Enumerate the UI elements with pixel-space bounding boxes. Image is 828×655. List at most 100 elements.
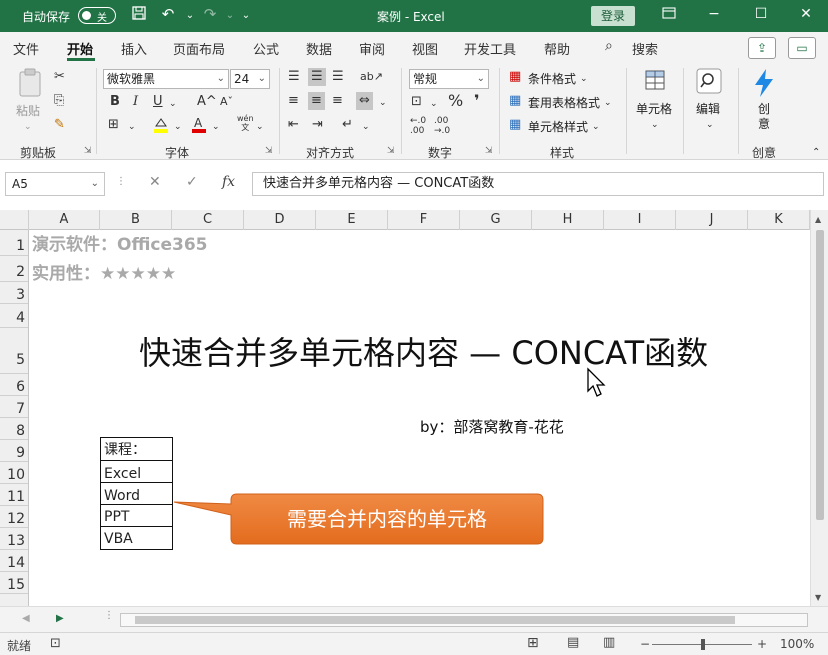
column-header[interactable]: I: [604, 210, 676, 230]
grow-font-button[interactable]: A^: [197, 93, 217, 111]
column-header[interactable]: A: [29, 210, 100, 230]
prev-sheet-icon[interactable]: ◀: [22, 613, 30, 624]
autosave-toggle[interactable]: 关: [78, 7, 116, 24]
wrap-dropdown-icon[interactable]: ⌄: [362, 118, 370, 136]
cells-button[interactable]: 单元格: [636, 100, 672, 117]
accounting-format-icon[interactable]: ⊡: [411, 93, 422, 111]
row-header[interactable]: 12: [0, 506, 28, 528]
minimize-icon[interactable]: −: [704, 6, 724, 22]
row-header[interactable]: 2: [0, 256, 28, 282]
lightning-icon[interactable]: [750, 68, 778, 104]
phonetic-dropdown-icon[interactable]: ⌄: [256, 118, 264, 136]
cells-icon[interactable]: [641, 68, 669, 98]
horizontal-scrollbar[interactable]: [120, 613, 808, 627]
format-painter-icon[interactable]: ✎: [54, 116, 65, 134]
font-name-select[interactable]: 微软雅黑 ⌄: [103, 69, 229, 89]
format-table-icon[interactable]: ▦: [509, 92, 521, 110]
share-icon[interactable]: ⇪: [748, 37, 776, 59]
more-options-icon[interactable]: ⋮: [116, 176, 126, 187]
italic-button[interactable]: I: [133, 93, 138, 111]
column-header[interactable]: G: [460, 210, 532, 230]
row-header[interactable]: 11: [0, 484, 28, 506]
page-layout-view-icon[interactable]: ▤: [567, 635, 579, 650]
page-break-view-icon[interactable]: ▥: [603, 635, 615, 650]
scroll-thumb[interactable]: [816, 230, 824, 520]
paste-icon[interactable]: [15, 68, 45, 104]
tab-page-layout[interactable]: 页面布局: [173, 39, 225, 58]
scroll-up-icon[interactable]: ▲: [815, 215, 821, 224]
tab-home[interactable]: 开始: [67, 39, 93, 58]
enter-icon[interactable]: ✓: [186, 174, 198, 190]
cut-icon[interactable]: ✂: [54, 68, 65, 86]
merge-center-icon[interactable]: ⇔: [356, 92, 373, 110]
customize-toolbar-icon[interactable]: ⌄: [236, 10, 256, 21]
maximize-icon[interactable]: ☐: [751, 6, 771, 22]
wrap-text-icon[interactable]: ↵: [342, 116, 353, 134]
select-all-corner[interactable]: [0, 210, 29, 230]
ribbon-display-icon[interactable]: [659, 6, 679, 24]
row-header[interactable]: 13: [0, 528, 28, 550]
align-top-icon[interactable]: ☰: [288, 68, 300, 86]
tab-file[interactable]: 文件: [13, 39, 39, 58]
search-icon[interactable]: ⌕: [605, 38, 613, 54]
row-header[interactable]: 6: [0, 374, 28, 396]
tab-formulas[interactable]: 公式: [253, 39, 279, 58]
underline-dropdown-icon[interactable]: ⌄: [169, 95, 177, 113]
column-header[interactable]: B: [100, 210, 172, 230]
redo-icon[interactable]: ↷: [200, 5, 220, 23]
increase-indent-icon[interactable]: ⇥: [312, 116, 323, 134]
align-center-icon[interactable]: ≡: [308, 92, 325, 110]
row-header[interactable]: 15: [0, 572, 28, 594]
cell-styles-icon[interactable]: ▦: [509, 116, 521, 134]
close-icon[interactable]: ✕: [796, 6, 816, 22]
save-icon[interactable]: [129, 5, 149, 25]
align-left-icon[interactable]: ≡: [288, 92, 299, 110]
conditional-format-button[interactable]: 条件格式: [528, 70, 576, 87]
scroll-down-icon[interactable]: ▼: [815, 593, 821, 602]
column-header[interactable]: K: [748, 210, 810, 230]
column-header[interactable]: J: [676, 210, 748, 230]
tab-split-icon[interactable]: ⋮: [104, 610, 114, 621]
editing-button[interactable]: 编辑: [696, 100, 720, 117]
format-as-table-button[interactable]: 套用表格格式: [528, 94, 600, 111]
column-header[interactable]: F: [388, 210, 460, 230]
row-header[interactable]: 4: [0, 304, 28, 328]
row-header[interactable]: 10: [0, 462, 28, 484]
comments-icon[interactable]: ▭: [788, 37, 816, 59]
font-color-icon[interactable]: A: [190, 116, 208, 140]
number-launcher-icon[interactable]: ⇲: [485, 146, 493, 156]
percent-style-icon[interactable]: %: [448, 92, 463, 110]
name-box[interactable]: A5 ⌄: [5, 172, 105, 196]
tab-review[interactable]: 审阅: [359, 39, 385, 58]
tab-help[interactable]: 帮助: [544, 39, 570, 58]
search-label[interactable]: 搜索: [632, 39, 658, 58]
column-header[interactable]: E: [316, 210, 388, 230]
normal-view-icon[interactable]: ⊞: [527, 635, 539, 651]
conditional-format-icon[interactable]: ▦: [509, 68, 521, 86]
column-header[interactable]: D: [244, 210, 316, 230]
row-header[interactable]: 9: [0, 440, 28, 462]
increase-decimal-icon[interactable]: ←.0.00: [410, 116, 426, 136]
cancel-icon[interactable]: ✕: [149, 174, 161, 190]
row-header[interactable]: 3: [0, 282, 28, 304]
row-header[interactable]: 14: [0, 550, 28, 572]
shrink-font-button[interactable]: Aˇ: [220, 93, 233, 111]
orientation-icon[interactable]: ab↗: [360, 68, 383, 86]
insert-function-icon[interactable]: fx: [222, 174, 235, 190]
merge-dropdown-icon[interactable]: ⌄: [379, 94, 387, 112]
tab-insert[interactable]: 插入: [121, 39, 147, 58]
find-icon[interactable]: [695, 68, 723, 100]
paste-dropdown-icon[interactable]: ⌄: [24, 118, 32, 136]
column-header[interactable]: C: [172, 210, 244, 230]
copy-icon[interactable]: ⎘: [54, 92, 64, 110]
borders-icon[interactable]: ⊞: [108, 116, 119, 134]
clipboard-launcher-icon[interactable]: ⇲: [84, 146, 92, 156]
vertical-scrollbar[interactable]: ▲ ▼: [810, 210, 828, 606]
paste-label[interactable]: 粘贴: [16, 102, 40, 119]
undo-dropdown-icon[interactable]: ⌄: [180, 10, 200, 21]
scroll-thumb[interactable]: [135, 616, 735, 624]
next-sheet-icon[interactable]: ▶: [56, 613, 64, 624]
phonetic-icon[interactable]: wén 文: [237, 114, 254, 132]
row-header[interactable]: 1: [0, 230, 28, 256]
font-color-dropdown-icon[interactable]: ⌄: [212, 118, 220, 136]
